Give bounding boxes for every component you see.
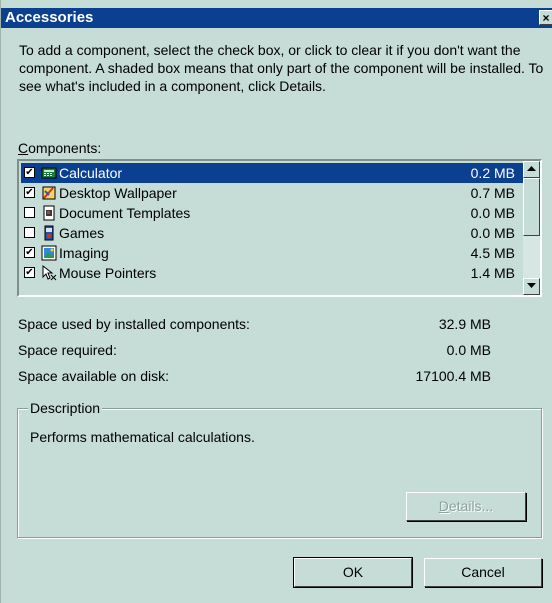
component-label: Games	[59, 225, 105, 241]
component-checkbox[interactable]	[24, 207, 35, 218]
space-available-label: Space available on disk:	[18, 368, 169, 384]
scroll-up-button[interactable]	[523, 161, 540, 178]
component-size: 1.4 MB	[470, 265, 515, 281]
component-checkbox[interactable]: ✔	[24, 187, 35, 198]
mouse-pointers-icon	[42, 265, 57, 281]
component-size: 0.2 MB	[470, 165, 515, 181]
space-used-label: Space used by installed components:	[18, 316, 250, 332]
component-size: 0.0 MB	[470, 205, 515, 221]
games-icon	[44, 225, 54, 241]
component-size: 0.7 MB	[470, 185, 515, 201]
list-item[interactable]: ✔ Calculator 0.2 MB	[21, 163, 523, 183]
wallpaper-icon	[42, 186, 56, 200]
list-item[interactable]: Document Templates 0.0 MB	[21, 203, 523, 223]
space-used-value: 32.9 MB	[438, 316, 491, 332]
component-label: Document Templates	[59, 205, 191, 221]
imaging-icon	[41, 245, 57, 261]
document-templates-icon	[43, 205, 55, 221]
component-label: Desktop Wallpaper	[59, 185, 177, 201]
window-title: Accessories	[5, 9, 94, 26]
component-label: Imaging	[59, 245, 109, 261]
space-required-label: Space required:	[18, 342, 117, 358]
components-label: Components:	[18, 140, 101, 156]
components-label-rest: omponents:	[28, 140, 102, 156]
components-list-items: ✔ Calculator 0.2 MB ✔ Desktop Wallpaper …	[19, 161, 523, 295]
component-checkbox[interactable]	[24, 227, 35, 238]
details-button-rest: etails...	[448, 498, 494, 514]
list-item[interactable]: ✔ Desktop Wallpaper 0.7 MB	[21, 183, 523, 203]
list-item[interactable]: ✔ Imaging 4.5 MB	[21, 243, 523, 263]
arrow-up-icon	[527, 166, 536, 171]
scroll-down-button[interactable]	[523, 278, 540, 295]
component-label: Mouse Pointers	[59, 265, 157, 281]
components-label-accel: C	[18, 140, 29, 156]
close-button[interactable]: ×	[539, 10, 552, 25]
components-list[interactable]: ✔ Calculator 0.2 MB ✔ Desktop Wallpaper …	[17, 159, 542, 297]
component-checkbox[interactable]: ✔	[24, 167, 35, 178]
component-size: 4.5 MB	[470, 245, 515, 261]
component-label: Calculator	[59, 165, 123, 181]
component-checkbox[interactable]: ✔	[24, 267, 35, 278]
space-required-value: 0.0 MB	[446, 342, 491, 358]
details-button[interactable]: Details...	[406, 492, 526, 521]
accessories-dialog: Accessories × To add a component, select…	[0, 0, 552, 603]
close-icon: ×	[542, 11, 550, 25]
description-group: Description Performs mathematical calcul…	[17, 400, 542, 538]
components-scrollbar[interactable]	[523, 161, 540, 295]
space-available-value: 17100.4 MB	[415, 368, 492, 384]
list-item[interactable]: Games 0.0 MB	[21, 223, 523, 243]
intro-text: To add a component, select the check box…	[19, 42, 544, 94]
description-text: Performs mathematical calculations.	[30, 429, 255, 445]
scroll-thumb[interactable]	[523, 178, 540, 236]
details-button-accel: D	[438, 498, 449, 514]
component-checkbox[interactable]: ✔	[24, 247, 35, 258]
cancel-button[interactable]: Cancel	[424, 558, 542, 587]
description-title: Description	[28, 400, 103, 416]
list-item[interactable]: ✔ Mouse Pointers 1.4 MB	[21, 263, 523, 283]
component-size: 0.0 MB	[470, 225, 515, 241]
calculator-icon	[41, 167, 57, 179]
arrow-down-icon	[527, 283, 536, 288]
ok-button[interactable]: OK	[293, 557, 413, 588]
title-bar[interactable]: Accessories ×	[1, 8, 552, 28]
